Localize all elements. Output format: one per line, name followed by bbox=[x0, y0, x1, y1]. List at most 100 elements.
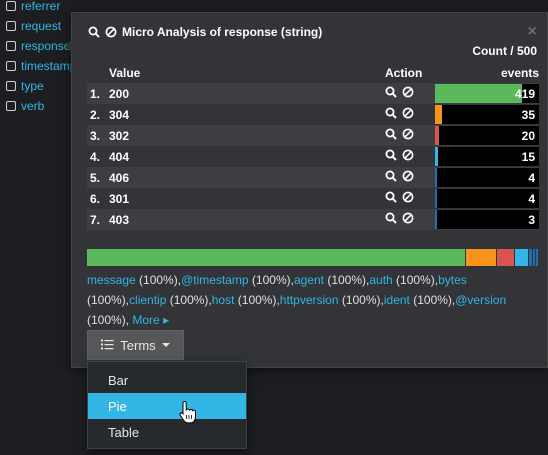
menu-item-table[interactable]: Table bbox=[88, 419, 246, 445]
ban-icon[interactable] bbox=[402, 86, 414, 101]
field-link[interactable]: agent bbox=[294, 273, 324, 287]
list-icon bbox=[101, 338, 114, 353]
field-link[interactable]: @timestamp bbox=[181, 273, 249, 287]
field-link[interactable]: httpversion bbox=[280, 293, 339, 307]
checkbox[interactable] bbox=[6, 41, 16, 51]
count-bar: 35 bbox=[435, 105, 539, 124]
field-percent: (100%), bbox=[135, 273, 182, 287]
field-percent: (100%), bbox=[248, 273, 294, 287]
field-link[interactable]: auth bbox=[369, 273, 392, 287]
chart-type-menu: Bar Pie Table bbox=[87, 361, 247, 449]
row-index: 5. bbox=[90, 170, 101, 185]
checkbox[interactable] bbox=[6, 81, 16, 91]
row-value: 301 bbox=[109, 191, 130, 206]
search-icon[interactable] bbox=[385, 86, 397, 101]
table-row: 4. 404 15 bbox=[87, 146, 539, 167]
more-label[interactable]: More bbox=[132, 313, 159, 327]
table-row: 2. 304 35 bbox=[87, 104, 539, 125]
count-value: 419 bbox=[514, 87, 535, 101]
field-link[interactable]: ident bbox=[384, 293, 410, 307]
search-icon[interactable] bbox=[385, 107, 397, 122]
ban-icon[interactable] bbox=[402, 107, 414, 122]
ban-icon[interactable] bbox=[402, 128, 414, 143]
menu-item-bar[interactable]: Bar bbox=[88, 367, 246, 393]
field-link[interactable]: host bbox=[212, 293, 235, 307]
stack-segment bbox=[497, 249, 516, 266]
ban-icon[interactable] bbox=[402, 149, 414, 164]
search-icon[interactable] bbox=[385, 149, 397, 164]
hand-pointer-icon bbox=[178, 400, 196, 428]
row-index: 3. bbox=[90, 128, 101, 143]
search-icon[interactable] bbox=[385, 191, 397, 206]
count-value: 3 bbox=[528, 213, 535, 227]
column-header-action: Action bbox=[385, 66, 423, 80]
search-icon[interactable] bbox=[385, 212, 397, 227]
caret-right-icon: ▸ bbox=[163, 313, 170, 327]
count-value: 35 bbox=[521, 108, 535, 122]
row-actions bbox=[385, 170, 435, 185]
field-percent: (100%), bbox=[409, 293, 456, 307]
field-label[interactable]: request bbox=[21, 19, 61, 33]
row-actions bbox=[385, 212, 435, 227]
ban-icon bbox=[105, 26, 117, 38]
table-row: 7. 403 3 bbox=[87, 209, 539, 230]
row-actions bbox=[385, 191, 435, 206]
checkbox[interactable] bbox=[6, 101, 16, 111]
field-label[interactable]: type bbox=[21, 79, 44, 93]
ban-icon[interactable] bbox=[402, 212, 414, 227]
row-index: 1. bbox=[90, 86, 101, 101]
stack-segment bbox=[515, 249, 530, 266]
checkbox[interactable] bbox=[6, 1, 16, 11]
terms-button-label: Terms bbox=[120, 337, 156, 353]
search-icon[interactable] bbox=[385, 128, 397, 143]
row-value: 304 bbox=[109, 107, 130, 122]
checkbox[interactable] bbox=[6, 21, 16, 31]
terms-dropdown-button[interactable]: Terms bbox=[87, 330, 184, 360]
more-link[interactable]: More ▸ bbox=[129, 313, 169, 327]
count-value: 4 bbox=[528, 171, 535, 185]
count-value: 4 bbox=[528, 192, 535, 206]
count-bar-fill bbox=[435, 84, 522, 103]
count-bar: 4 bbox=[435, 189, 539, 208]
row-value: 406 bbox=[109, 170, 130, 185]
ban-icon[interactable] bbox=[402, 170, 414, 185]
popover-title: Micro Analysis of response (string) bbox=[88, 25, 322, 39]
row-index: 4. bbox=[90, 149, 101, 164]
search-icon[interactable] bbox=[385, 170, 397, 185]
field-presence-list: message (100%),@timestamp (100%),agent (… bbox=[87, 270, 537, 330]
count-value: 15 bbox=[521, 150, 535, 164]
menu-item-pie[interactable]: Pie bbox=[88, 393, 246, 419]
count-bar-fill bbox=[435, 168, 437, 187]
field-percent: (100%), bbox=[87, 293, 130, 307]
field-link[interactable]: @version bbox=[455, 293, 506, 307]
column-header-value: Value bbox=[109, 66, 141, 80]
field-label[interactable]: timestamp bbox=[21, 59, 76, 73]
count-bar: 4 bbox=[435, 168, 539, 187]
field-link[interactable]: message bbox=[87, 273, 136, 287]
terms-table: Value Action events 1. 200 419 2. 304 35 3. 302… bbox=[87, 63, 539, 230]
field-link[interactable]: clientip bbox=[129, 293, 166, 307]
count-value: 20 bbox=[521, 129, 535, 143]
count-bar: 20 bbox=[435, 126, 539, 145]
field-label[interactable]: verb bbox=[21, 99, 44, 113]
row-value: 403 bbox=[109, 212, 130, 227]
table-row: 3. 302 20 bbox=[87, 125, 539, 146]
close-icon[interactable]: × bbox=[528, 23, 537, 41]
table-row: 1. 200 419 bbox=[87, 83, 539, 104]
stack-segment bbox=[536, 249, 539, 266]
field-percent: (100%), bbox=[323, 273, 370, 287]
field-label[interactable]: referrer bbox=[21, 0, 60, 13]
checkbox[interactable] bbox=[6, 61, 16, 71]
field-link[interactable]: bytes bbox=[438, 273, 467, 287]
stack-segment bbox=[465, 249, 498, 266]
field-percent: (100%), bbox=[87, 313, 130, 327]
field-label[interactable]: response bbox=[21, 39, 70, 53]
micro-analysis-popover: Micro Analysis of response (string) × Co… bbox=[65, 12, 548, 368]
count-label: Count / 500 bbox=[472, 44, 537, 58]
column-header-events: events bbox=[500, 66, 539, 80]
ban-icon[interactable] bbox=[402, 191, 414, 206]
row-index: 6. bbox=[90, 191, 101, 206]
stacked-distribution-bar bbox=[87, 249, 539, 266]
field-percent: (100%), bbox=[234, 293, 280, 307]
row-actions bbox=[385, 128, 435, 143]
